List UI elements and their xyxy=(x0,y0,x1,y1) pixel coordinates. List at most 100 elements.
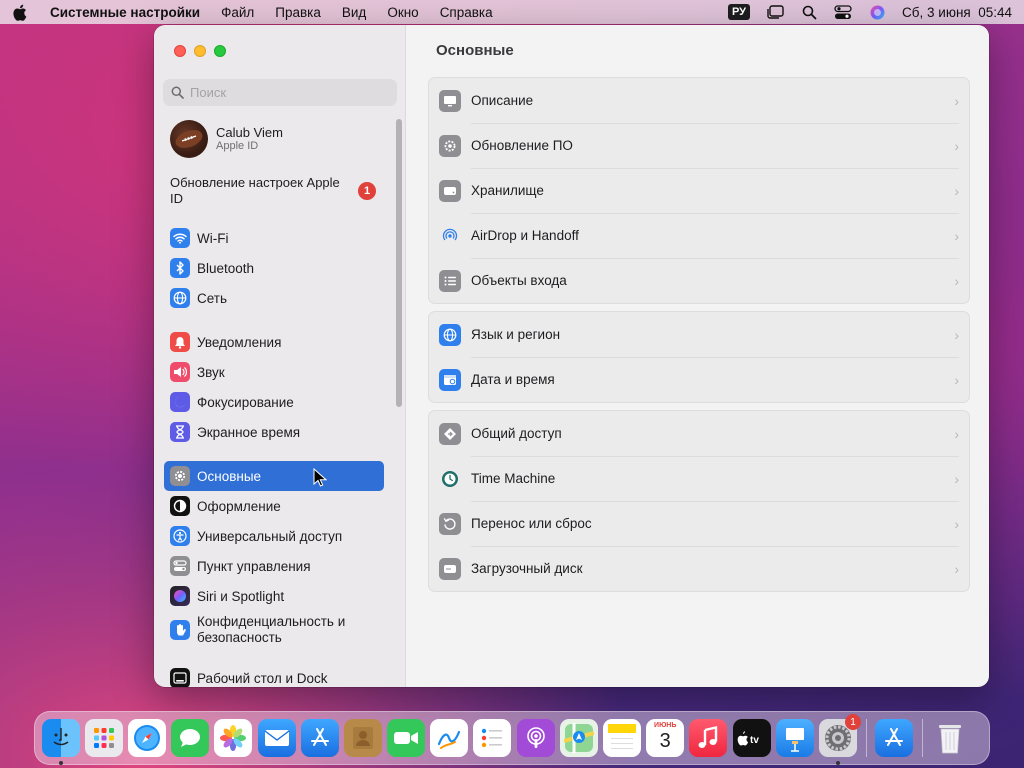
bluetooth-icon xyxy=(170,258,190,278)
row-date-time[interactable]: Дата и время › xyxy=(429,357,969,402)
sidebar-item-wifi[interactable]: Wi‑Fi xyxy=(164,223,384,253)
svg-text:tv: tv xyxy=(750,735,759,746)
menu-bar: Системные настройки Файл Правка Вид Окно… xyxy=(0,0,1024,24)
sidebar-item-appearance[interactable]: Оформление xyxy=(164,491,384,521)
safari-icon[interactable] xyxy=(127,719,166,757)
sidebar-item-focus[interactable]: Фокусирование xyxy=(164,387,384,417)
freeform-icon[interactable] xyxy=(430,719,469,757)
keynote-icon[interactable] xyxy=(775,719,814,757)
menu-file[interactable]: Файл xyxy=(221,5,254,20)
row-sharing[interactable]: Общий доступ › xyxy=(429,411,969,456)
row-startup-disk[interactable]: Загрузочный диск › xyxy=(429,546,969,591)
control-center-icon[interactable] xyxy=(834,3,852,21)
photos-icon[interactable] xyxy=(214,719,253,757)
row-airdrop-handoff[interactable]: AirDrop и Handoff › xyxy=(429,213,969,258)
apple-id-account[interactable]: Calub Viem Apple ID xyxy=(154,117,394,161)
app-store-icon[interactable] xyxy=(875,719,914,757)
input-source-indicator[interactable]: РУ xyxy=(727,4,751,20)
row-label: Общий доступ xyxy=(471,426,562,441)
account-subtitle: Apple ID xyxy=(216,140,259,152)
sidebar-item-notifications[interactable]: Уведомления xyxy=(164,327,384,357)
calendar-day: 3 xyxy=(659,730,671,752)
sidebar: Calub Viem Apple ID Обновление настроек … xyxy=(154,25,406,687)
sidebar-item-sound[interactable]: Звук xyxy=(164,357,384,387)
calendar-icon[interactable]: ИЮНЬ 3 xyxy=(646,719,685,757)
settings-badge: 1 xyxy=(844,714,861,730)
apple-id-update-label: Обновление настроек Apple ID xyxy=(170,175,340,206)
sidebar-item-accessibility[interactable]: Универсальный доступ xyxy=(164,521,384,551)
chevron-right-icon: › xyxy=(954,425,959,442)
update-count-badge: 1 xyxy=(358,182,376,200)
bell-icon xyxy=(170,332,190,352)
sidebar-item-general[interactable]: Основные xyxy=(164,461,384,491)
apple-logo-icon[interactable] xyxy=(12,3,30,21)
maps-icon[interactable] xyxy=(559,719,598,757)
menu-app-name[interactable]: Системные настройки xyxy=(50,5,200,20)
row-label: Язык и регион xyxy=(471,327,561,342)
menu-clock[interactable]: Сб, 3 июня 05:44 xyxy=(902,5,1012,20)
row-language-region[interactable]: Язык и регион › xyxy=(429,312,969,357)
sidebar-item-screen-time[interactable]: Экранное время xyxy=(164,417,384,447)
notes-icon[interactable] xyxy=(603,719,642,757)
row-storage[interactable]: Хранилище › xyxy=(429,168,969,213)
apple-id-update-item[interactable]: Обновление настроек Apple ID 1 xyxy=(154,175,394,209)
startup-disk-icon xyxy=(439,557,461,580)
row-login-items[interactable]: Объекты входа › xyxy=(429,258,969,303)
podcasts-icon[interactable] xyxy=(516,719,555,757)
menu-help[interactable]: Справка xyxy=(440,5,493,20)
dock: ИЮНЬ 3 tv 1 xyxy=(34,711,990,765)
sidebar-list: Calub Viem Apple ID Обновление настроек … xyxy=(154,117,394,687)
zoom-button[interactable] xyxy=(214,45,226,57)
row-label: Описание xyxy=(471,93,534,108)
launchpad-icon[interactable] xyxy=(84,719,123,757)
system-settings-window: Calub Viem Apple ID Обновление настроек … xyxy=(154,25,989,687)
row-transfer-reset[interactable]: Перенос или сброс › xyxy=(429,501,969,546)
row-label: Обновление ПО xyxy=(471,138,573,153)
apple-tv-icon[interactable]: tv xyxy=(732,719,771,757)
music-icon[interactable] xyxy=(689,719,728,757)
sidebar-item-privacy-security[interactable]: Конфиденциальность и безопасность xyxy=(164,611,384,649)
facetime-icon[interactable] xyxy=(387,719,426,757)
app-store-icon[interactable] xyxy=(300,719,339,757)
chevron-right-icon: › xyxy=(954,227,959,244)
contacts-icon[interactable] xyxy=(343,719,382,757)
siri-icon[interactable] xyxy=(868,3,886,21)
menu-view[interactable]: Вид xyxy=(342,5,366,20)
mail-icon[interactable] xyxy=(257,719,296,757)
messages-icon[interactable] xyxy=(171,719,210,757)
sidebar-item-control-center[interactable]: Пункт управления xyxy=(164,551,384,581)
siri-icon xyxy=(170,586,190,606)
spotlight-search-icon[interactable] xyxy=(800,3,818,21)
system-settings-icon[interactable]: 1 xyxy=(818,714,861,765)
close-button[interactable] xyxy=(174,45,186,57)
stage-manager-icon[interactable] xyxy=(766,3,784,21)
sidebar-group-desktop: Рабочий стол и Dock xyxy=(154,663,394,687)
search-input[interactable] xyxy=(190,85,380,100)
row-label: Time Machine xyxy=(471,471,556,486)
settings-card-language: Язык и регион › Дата и время › xyxy=(428,311,970,403)
display-icon xyxy=(439,89,461,112)
reminders-icon[interactable] xyxy=(473,719,512,757)
sidebar-item-bluetooth[interactable]: Bluetooth xyxy=(164,253,384,283)
minimize-button[interactable] xyxy=(194,45,206,57)
row-software-update[interactable]: Обновление ПО › xyxy=(429,123,969,168)
sidebar-item-desktop-dock[interactable]: Рабочий стол и Dock xyxy=(164,663,384,687)
row-time-machine[interactable]: Time Machine › xyxy=(429,456,969,501)
sidebar-scrollbar[interactable] xyxy=(396,119,402,407)
sidebar-item-network[interactable]: Сеть xyxy=(164,283,384,313)
row-about[interactable]: Описание › xyxy=(429,78,969,123)
appearance-icon xyxy=(170,496,190,516)
search-field[interactable] xyxy=(163,79,397,106)
running-indicator xyxy=(835,761,840,765)
hand-icon xyxy=(170,620,190,640)
finder-icon[interactable] xyxy=(41,719,80,765)
sidebar-item-siri-spotlight[interactable]: Siri и Spotlight xyxy=(164,581,384,611)
page-title: Основные xyxy=(436,42,514,59)
sharing-icon xyxy=(439,422,461,445)
trash-icon[interactable] xyxy=(931,719,969,757)
software-update-icon xyxy=(439,134,461,157)
chevron-right-icon: › xyxy=(954,137,959,154)
chevron-right-icon: › xyxy=(954,92,959,109)
menu-window[interactable]: Окно xyxy=(387,5,418,20)
menu-edit[interactable]: Правка xyxy=(275,5,321,20)
